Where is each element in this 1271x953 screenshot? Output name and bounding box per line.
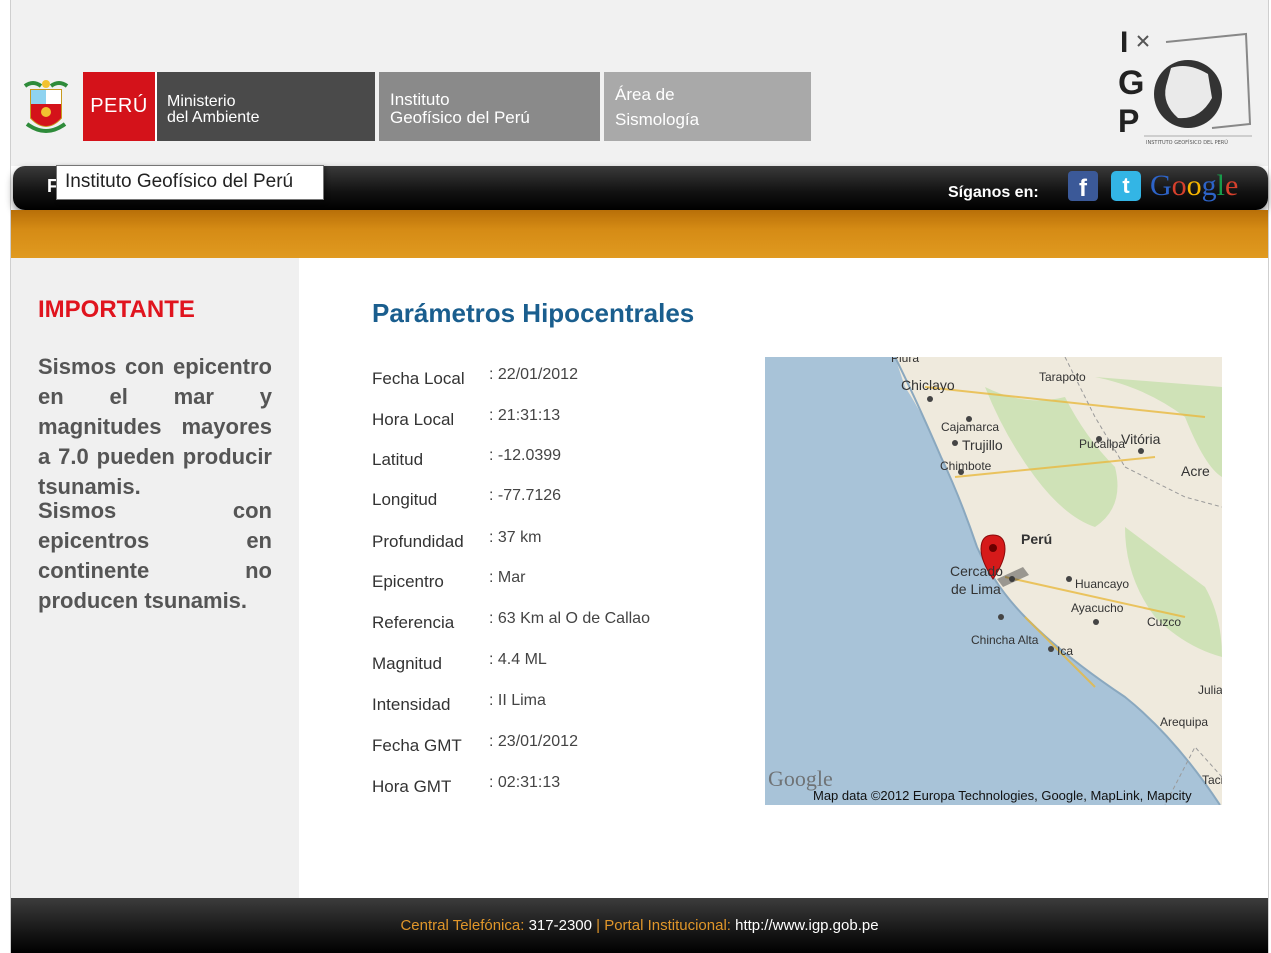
map-label: Ica [1057, 644, 1074, 658]
facebook-icon[interactable]: f [1068, 171, 1098, 201]
param-value: : 23/01/2012 [489, 733, 578, 750]
google-groups-icon[interactable]: Google [1150, 166, 1250, 208]
param-label: Hora GMT [372, 777, 452, 796]
footer-text: Central Telefónica: 317-2300 | Portal In… [11, 917, 1268, 934]
follow-us-label: Síganos en: [948, 184, 1039, 201]
param-label: Magnitud [372, 654, 442, 673]
param-label: Longitud [372, 490, 438, 509]
map-label: Julia [1198, 683, 1222, 697]
institute-label-1: Instituto [390, 90, 450, 109]
page-title: Parámetros Hipocentrales [372, 298, 695, 328]
phone-value: 317-2300 [524, 917, 597, 934]
map-label: Tacr [1202, 773, 1222, 787]
area-label-1: Área de [615, 85, 675, 104]
param-label: Fecha Local [372, 369, 465, 388]
map-credit: Map data ©2012 Europa Technologies, Goog… [813, 788, 1192, 803]
param-label: Epicentro [372, 572, 444, 591]
igp-logo: I G P INSTITUTO GEOFÍSICO DEL PERÚ [1118, 28, 1252, 146]
map-label: Cajamarca [941, 420, 1000, 434]
param-value: : 21:31:13 [489, 407, 561, 424]
map-label: Cuzco [1147, 615, 1182, 629]
param-label: Latitud [372, 450, 424, 469]
svg-text:G: G [1118, 64, 1144, 102]
param-value: : Mar [489, 569, 526, 586]
sidebar-title: IMPORTANTE [38, 296, 195, 323]
map-label: de Lima [951, 581, 1001, 597]
map-label: Trujillo [962, 437, 1003, 453]
area-label-2: Sismología [615, 110, 700, 129]
param-label: Fecha GMT [372, 736, 462, 755]
footer: Central Telefónica: 317-2300 | Portal In… [11, 898, 1268, 953]
map-label: Ayacucho [1071, 601, 1124, 615]
param-label: Profundidad [372, 532, 464, 551]
param-label: Hora Local [372, 410, 455, 429]
param-value: : 22/01/2012 [489, 366, 578, 383]
param-label: Referencia [372, 613, 455, 632]
peru-label: PERÚ [90, 95, 148, 117]
param-value: : 4.4 ML [489, 651, 547, 668]
map-label: Perú [1021, 531, 1053, 547]
param-value: : -12.0399 [489, 447, 562, 464]
map-label: Huancayo [1075, 577, 1130, 591]
institute-label-2: Geofísico del Perú [390, 108, 530, 127]
sidebar-paragraph-1: Sismos con epicentro en el mar y magnitu… [38, 354, 272, 499]
ministry-link[interactable]: Ministerio del Ambiente [155, 72, 375, 141]
svg-text:P: P [1118, 103, 1139, 139]
map-label: Acre [1181, 463, 1210, 479]
map-label: Vitória [1121, 431, 1161, 447]
sidebar-paragraph-2: Sismos con epicentros en continente no p… [38, 498, 272, 613]
param-value: : 02:31:13 [489, 774, 561, 791]
map-label: Pucallpa [1079, 437, 1126, 451]
map-label: Piura [891, 357, 920, 365]
svg-text:I: I [1120, 28, 1128, 59]
igp-logo-text: INSTITUTO GEOFÍSICO DEL PERÚ [1146, 139, 1228, 146]
epicenter-map[interactable]: Piura Chiclayo Tarapoto Cajamarca Trujil… [765, 357, 1222, 805]
param-value: : 63 Km al O de Callao [489, 610, 650, 627]
map-label: Chiclayo [901, 377, 955, 393]
map-label: Chimbote [940, 459, 992, 473]
param-label: Intensidad [372, 695, 451, 714]
portal-link[interactable]: http://www.igp.gob.pe [731, 917, 878, 934]
tooltip: Instituto Geofísico del Perú [56, 165, 324, 200]
map-label: Cercado [950, 563, 1003, 579]
orange-band [11, 210, 1268, 258]
map-label: Tarapoto [1039, 370, 1086, 384]
ministry-label-2: del Ambiente [167, 109, 260, 126]
param-value: : II Lima [489, 692, 546, 709]
ministry-label-1: Ministerio [167, 93, 236, 110]
param-value: : -77.7126 [489, 487, 562, 504]
peru-coat-of-arms-icon [23, 80, 69, 133]
phone-label: Central Telefónica: [400, 917, 525, 934]
seismology-area-link[interactable]: Área de Sismología [604, 72, 811, 141]
portal-label: Portal Institucional: [600, 917, 731, 934]
twitter-icon[interactable]: t [1111, 171, 1141, 201]
institute-link[interactable]: Instituto Geofísico del Perú [379, 72, 600, 141]
peru-brand-box[interactable]: PERÚ [83, 72, 155, 141]
param-value: : 37 km [489, 529, 542, 546]
map-label: Arequipa [1160, 715, 1209, 729]
map-label: Chincha Alta [971, 633, 1039, 647]
